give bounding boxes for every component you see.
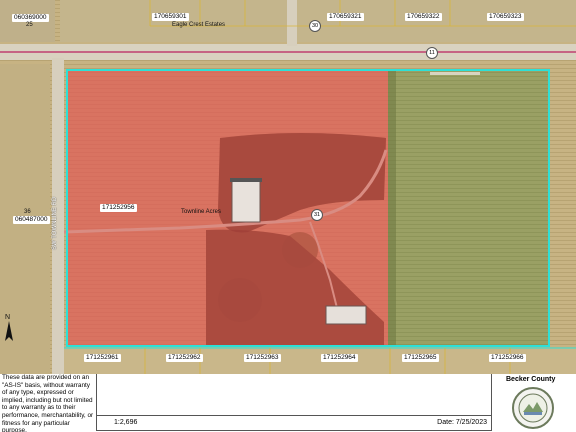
disclaimer-text: These data are provided on an "AS-IS" ba…: [2, 374, 94, 432]
county-name: Becker County: [506, 376, 556, 383]
subdivision-label: Townline Acres: [181, 209, 222, 215]
route-shield: 11: [426, 47, 438, 59]
parcel-label[interactable]: 170659322: [405, 13, 442, 21]
map-scale: 1:2,696: [114, 419, 138, 426]
parcel-label[interactable]: 060487000: [13, 216, 50, 224]
parcel-label[interactable]: 170659301: [152, 13, 189, 21]
north-arrow-icon: N: [2, 314, 16, 342]
parcel-label[interactable]: 171252966: [489, 354, 526, 362]
county-seal-icon: [512, 387, 554, 429]
route-shield: 30: [309, 20, 321, 32]
parcel-label[interactable]: 171252964: [321, 354, 358, 362]
map-date: Date: 7/25/2023: [437, 419, 487, 426]
map-footer: These data are provided on an "AS-IS" ba…: [0, 374, 576, 432]
route-shield: 31: [311, 209, 323, 221]
parcel-label[interactable]: 171252962: [166, 354, 203, 362]
scale-date-panel: 1:2,696 Date: 7/25/2023: [96, 374, 492, 431]
parcel-label[interactable]: 171252963: [244, 354, 281, 362]
section-number: 25: [26, 22, 33, 28]
aerial-map[interactable]: 060369000 25 170659301 Eagle Crest Estat…: [0, 0, 576, 374]
parcel-label[interactable]: 170659323: [487, 13, 524, 21]
parcel-label[interactable]: 171252965: [402, 354, 439, 362]
parcel-label[interactable]: 060369000: [12, 14, 49, 22]
parcel-label[interactable]: 170659321: [327, 13, 364, 21]
parcel-label-subject[interactable]: 171252956: [100, 204, 137, 212]
parcel-label[interactable]: 171252961: [84, 354, 121, 362]
section-number: 36: [24, 209, 31, 215]
aerial-imagery: [0, 0, 576, 374]
subdivision-label: Eagle Crest Estates: [172, 22, 226, 28]
road-name-label: SW TOWNLINE RD: [52, 196, 58, 250]
